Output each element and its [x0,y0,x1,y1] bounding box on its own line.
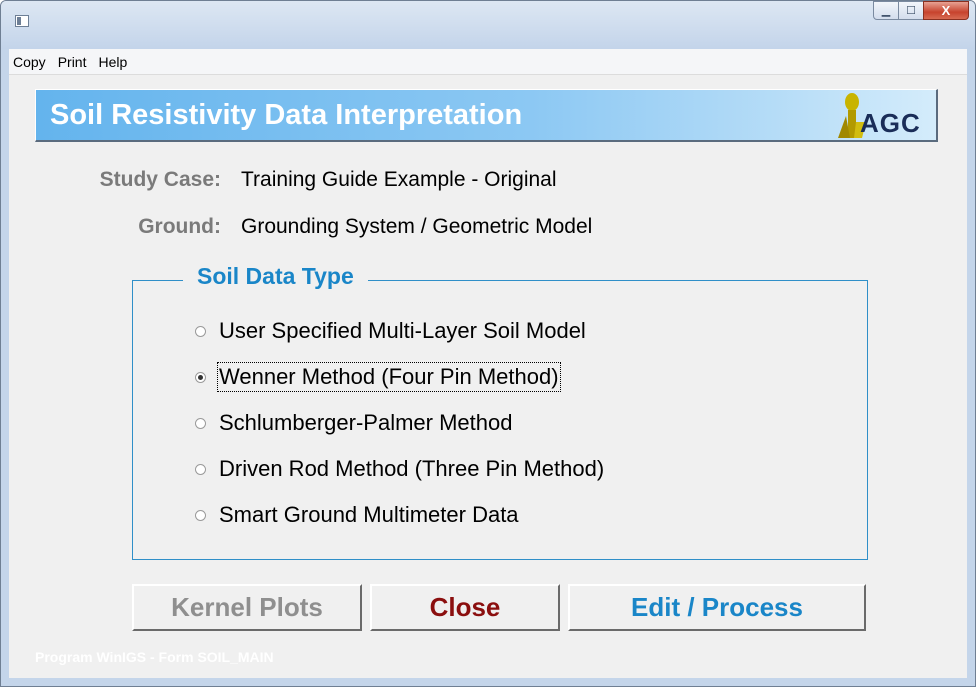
minimize-button[interactable]: ▁ [873,1,899,20]
study-case-value: Training Guide Example - Original [241,168,557,191]
agc-logo: AGC [836,92,932,140]
radio-option-schlumberger[interactable]: Schlumberger-Palmer Method [195,408,512,438]
radio-label: Smart Ground Multimeter Data [219,502,519,527]
ground-label: Ground: [138,215,221,238]
radio-option-multilayer[interactable]: User Specified Multi-Layer Soil Model [195,316,586,346]
radio-label: Wenner Method (Four Pin Method) [217,362,561,392]
menu-copy[interactable]: Copy [9,50,52,74]
kernel-plots-button[interactable]: Kernel Plots [132,584,362,631]
banner-title: Soil Resistivity Data Interpretation [50,99,523,131]
window: ▁ ☐ X Copy Print Help Soil Resistivity D… [0,0,976,687]
edit-process-button[interactable]: Edit / Process [568,584,866,631]
app-icon [15,15,29,27]
radio-option-smart-ground[interactable]: Smart Ground Multimeter Data [195,500,519,530]
radio-label: User Specified Multi-Layer Soil Model [219,318,586,343]
radio-button-icon[interactable] [195,463,206,475]
radio-option-wenner[interactable]: Wenner Method (Four Pin Method) [195,362,561,392]
close-button[interactable]: Close [370,584,560,631]
close-window-button[interactable]: X [923,1,969,20]
maximize-button[interactable]: ☐ [898,1,924,20]
radio-button-icon[interactable] [195,325,206,337]
menu-bar: Copy Print Help [9,49,967,75]
menu-print[interactable]: Print [52,50,93,74]
radio-button-icon[interactable] [195,509,206,521]
radio-button-icon[interactable] [195,371,206,383]
radio-label: Driven Rod Method (Three Pin Method) [219,456,605,481]
radio-option-driven-rod[interactable]: Driven Rod Method (Three Pin Method) [195,454,604,484]
menu-help[interactable]: Help [92,50,133,74]
radio-button-icon[interactable] [195,417,206,429]
radio-label: Schlumberger-Palmer Method [219,410,513,435]
footer-program-label: Program WinIGS - Form SOIL_MAIN [35,649,274,665]
soil-data-type-group: Soil Data Type User Specified Multi-Laye… [132,263,868,560]
ground-value: Grounding System / Geometric Model [241,215,593,238]
title-bar: ▁ ☐ X [1,1,975,49]
logo-text: AGC [860,108,921,138]
client-area: Copy Print Help Soil Resistivity Data In… [9,49,967,678]
group-title: Soil Data Type [183,263,368,290]
study-case-label: Study Case: [99,168,221,191]
window-controls: ▁ ☐ X [873,1,969,27]
title-banner: Soil Resistivity Data Interpretation AGC [35,89,938,142]
